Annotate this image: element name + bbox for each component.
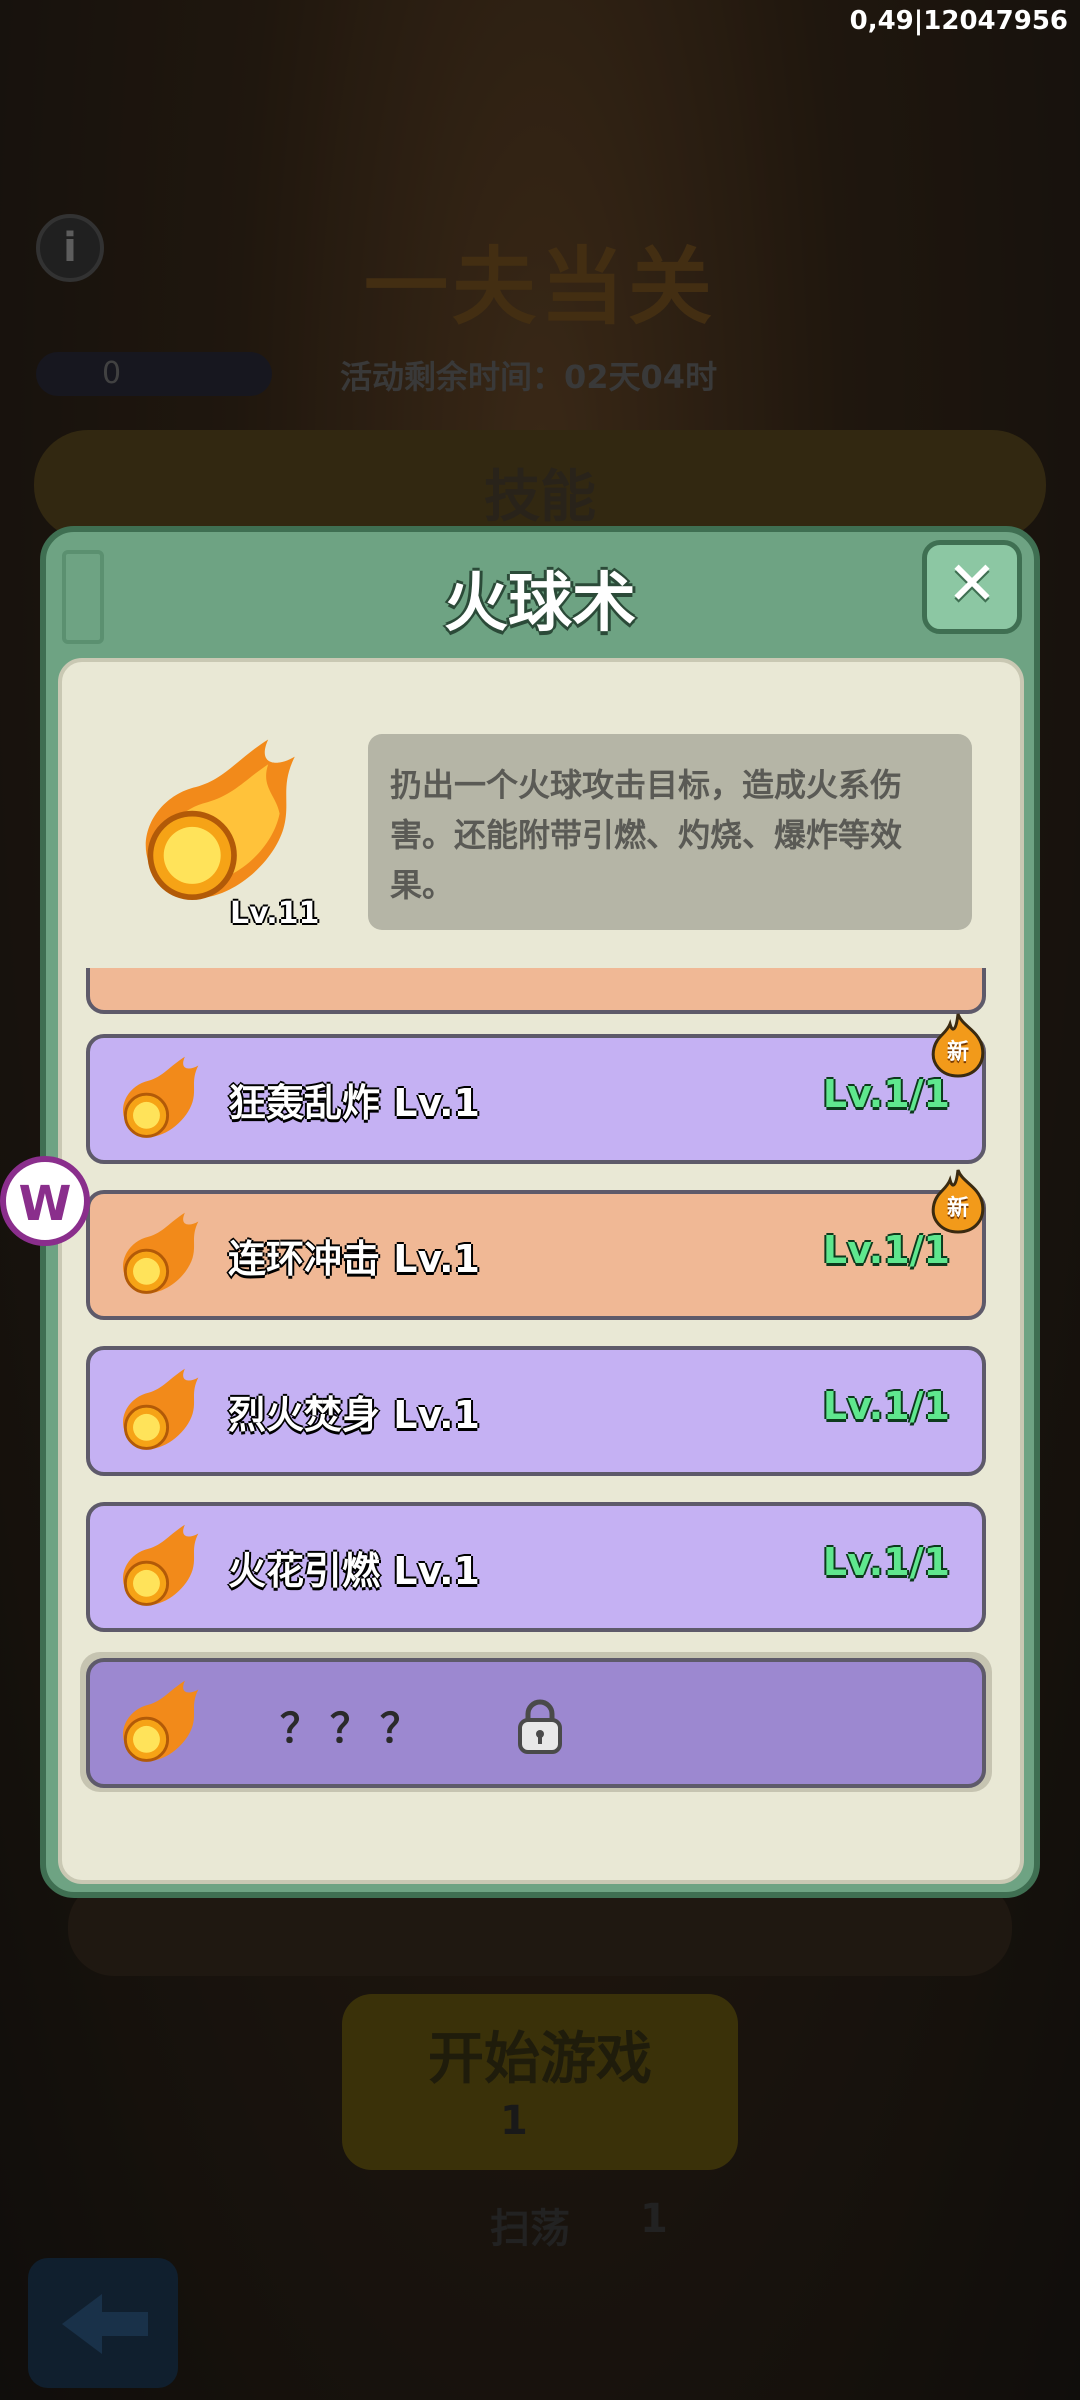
skill-name: 火花引燃 Lv.1: [228, 1549, 480, 1593]
close-icon: ✕: [946, 549, 998, 619]
fireball-icon: [145, 739, 295, 901]
skill-level: Lv.11: [230, 896, 320, 931]
skill-row[interactable]: 烈火焚身 Lv.1 Lv.1/1: [86, 1346, 986, 1476]
fireball-icon: [123, 1056, 199, 1138]
dialog-title: 火球术: [444, 567, 636, 641]
skill-name: 狂轰乱炸 Lv.1: [228, 1081, 480, 1125]
skill-description: 扔出一个火球攻击目标，造成火系伤害。还能附带引燃、灼烧、爆炸等效果。: [368, 734, 972, 930]
skill-row[interactable]: 狂轰乱炸 Lv.1 Lv.1/1: [86, 1034, 986, 1164]
skill-level: Lv.1/1: [822, 1540, 950, 1584]
skill-list[interactable]: 狂轰乱炸 Lv.1 Lv.1/1 连环冲击 Lv.1 Lv.1/1 烈火焚身 L…: [80, 968, 1000, 1808]
flame-badge-icon: 新: [928, 1168, 988, 1234]
skill-row[interactable]: 连环冲击 Lv.1 Lv.1/1: [86, 1190, 986, 1320]
skill-row[interactable]: 火花引燃 Lv.1 Lv.1/1: [86, 1502, 986, 1632]
w-logo: W: [18, 1176, 72, 1232]
debug-overlay: 0,49|12047956: [849, 6, 1068, 36]
new-badge-label: 新: [946, 1196, 969, 1221]
new-badge-label: 新: [946, 1040, 969, 1065]
skill-name: 连环冲击 Lv.1: [228, 1237, 480, 1281]
skill-level: Lv.1/1: [822, 1072, 950, 1116]
skill-name-hidden: ？？？: [280, 1706, 430, 1752]
skill-name: 烈火焚身 Lv.1: [228, 1393, 480, 1437]
skill-level: Lv.1/1: [822, 1384, 950, 1428]
flame-badge-icon: 新: [928, 1012, 988, 1078]
fireball-icon: [123, 1212, 199, 1294]
close-button[interactable]: ✕: [922, 540, 1022, 634]
fireball-icon: [123, 1368, 199, 1450]
skill-level: Lv.1/1: [822, 1228, 950, 1272]
fireball-icon: [123, 1524, 199, 1606]
skill-row-partial: [86, 968, 986, 1014]
floating-assistant-icon[interactable]: W: [0, 1156, 90, 1246]
fireball-icon: [123, 1680, 199, 1762]
dialog-ornament-icon: [62, 550, 104, 644]
lock-icon: [518, 1699, 562, 1754]
skill-row-locked[interactable]: ？？？: [86, 1658, 986, 1788]
